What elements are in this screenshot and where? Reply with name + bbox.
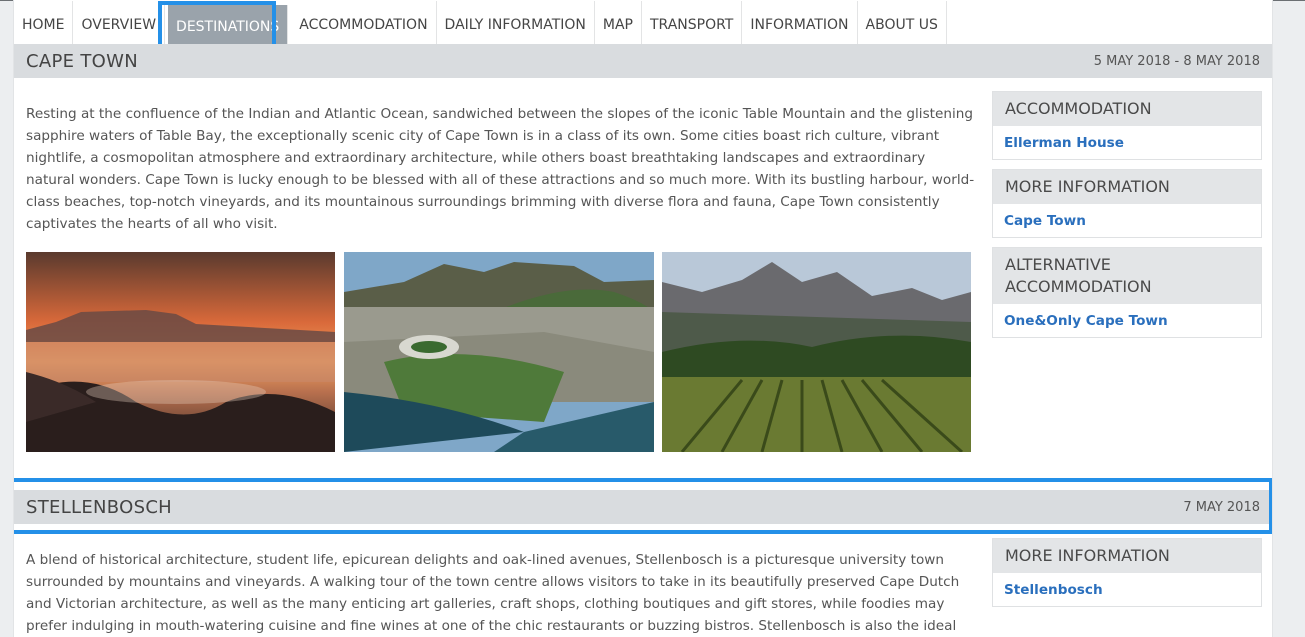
page-container: HOME OVERVIEW DESTINATIONS ACCOMMODATION… bbox=[13, 0, 1273, 637]
sidebar-heading: ACCOMMODATION bbox=[993, 92, 1261, 126]
sidebar-alternative-accommodation: ALTERNATIVE ACCOMMODATION One&Only Cape … bbox=[992, 247, 1262, 338]
sidebar-more-information: MORE INFORMATION Cape Town bbox=[992, 169, 1262, 238]
sidebar-heading: MORE INFORMATION bbox=[993, 170, 1261, 204]
section-title: CAPE TOWN bbox=[26, 50, 138, 72]
link-ellerman-house[interactable]: Ellerman House bbox=[993, 126, 1261, 159]
section-description: Resting at the confluence of the Indian … bbox=[26, 106, 975, 232]
nav-home[interactable]: HOME bbox=[14, 1, 74, 48]
nav-destinations[interactable]: DESTINATIONS bbox=[168, 5, 289, 48]
section-description: A blend of historical architecture, stud… bbox=[26, 552, 960, 634]
section-dates: 7 MAY 2018 bbox=[1183, 499, 1260, 515]
link-stellenbosch[interactable]: Stellenbosch bbox=[993, 573, 1261, 606]
nav-transport[interactable]: TRANSPORT bbox=[642, 1, 743, 48]
sidebar-accommodation: ACCOMMODATION Ellerman House bbox=[992, 91, 1262, 160]
nav-daily-information[interactable]: DAILY INFORMATION bbox=[437, 1, 595, 48]
nav-information[interactable]: INFORMATION bbox=[742, 1, 858, 48]
nav-overview[interactable]: OVERVIEW bbox=[73, 1, 166, 48]
nav-about-us[interactable]: ABOUT US bbox=[858, 1, 947, 48]
sidebar-heading: ALTERNATIVE ACCOMMODATION bbox=[993, 248, 1261, 304]
section-dates: 5 MAY 2018 - 8 MAY 2018 bbox=[1093, 53, 1260, 69]
link-one-and-only[interactable]: One&Only Cape Town bbox=[993, 304, 1261, 337]
nav-accommodation[interactable]: ACCOMMODATION bbox=[291, 1, 437, 48]
section-title: STELLENBOSCH bbox=[26, 496, 173, 518]
image-vineyard-mountains bbox=[662, 252, 971, 452]
section-header-cape-town: CAPE TOWN 5 MAY 2018 - 8 MAY 2018 bbox=[14, 44, 1272, 78]
sidebar-more-information: MORE INFORMATION Stellenbosch bbox=[992, 538, 1262, 607]
section-header-stellenbosch: STELLENBOSCH 7 MAY 2018 bbox=[14, 490, 1272, 524]
link-cape-town[interactable]: Cape Town bbox=[993, 204, 1261, 237]
image-sunset-table-mountain bbox=[26, 252, 335, 452]
nav-map[interactable]: MAP bbox=[595, 1, 642, 48]
sidebar-heading: MORE INFORMATION bbox=[993, 539, 1261, 573]
image-cape-town-aerial bbox=[344, 252, 654, 452]
main-nav: HOME OVERVIEW DESTINATIONS ACCOMMODATION… bbox=[14, 1, 947, 48]
